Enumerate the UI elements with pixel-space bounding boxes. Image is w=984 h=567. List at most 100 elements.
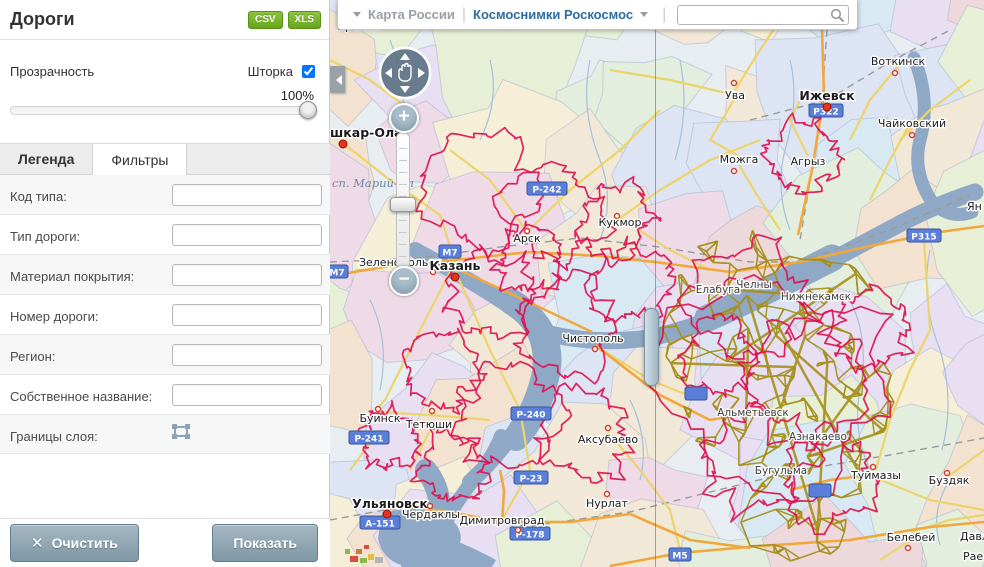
tab-legend[interactable]: Легенда (0, 144, 92, 174)
transparency-label: Прозрачность (10, 64, 94, 79)
city-label: Ян (967, 200, 982, 213)
filter-label: Собственное название: (10, 384, 165, 405)
town-dot (732, 81, 737, 86)
city-label: Буздяк (929, 474, 970, 487)
filters-list: Код типа:Тип дороги:Материал покрытия:Но… (0, 175, 330, 454)
filter-label: Границы слоя: (10, 424, 165, 445)
svg-text:Р-240: Р-240 (516, 411, 545, 421)
filter-row: Тип дороги: (0, 215, 330, 255)
filter-input-4[interactable] (172, 344, 322, 366)
map-search-input[interactable] (677, 5, 849, 25)
road-badge: М5 (669, 548, 691, 562)
transparency-section: Прозрачность Шторка 100% (0, 40, 330, 143)
svg-text:Р-242: Р-242 (532, 186, 561, 196)
export-csv-button[interactable]: CSV (248, 11, 283, 29)
city-dot (823, 103, 831, 111)
transparency-slider[interactable] (10, 106, 310, 115)
zoom-in-button[interactable]: + (389, 103, 419, 133)
city-label: Белебей (887, 531, 936, 544)
city-label: Арск (513, 232, 541, 245)
filter-row: Собственное название: (0, 375, 330, 415)
transparency-slider-handle[interactable] (299, 101, 317, 119)
filter-input-3[interactable] (172, 304, 322, 326)
road-badge (809, 484, 831, 497)
svg-text:Р315: Р315 (911, 233, 936, 243)
curtain-divider-handle[interactable] (644, 308, 659, 386)
map-toolbar: Карта России | Космоснимки Роскосмос | (337, 0, 858, 30)
city-label: Елабуга (696, 284, 740, 296)
city-label: Нижнекамск (781, 291, 851, 303)
export-xls-button[interactable]: XLS (288, 11, 321, 29)
town-dot (910, 133, 915, 138)
town-dot (593, 347, 598, 352)
city-label: Ижевск (799, 88, 855, 103)
toolbar-separator: | (462, 6, 466, 24)
curtain-label: Шторка (248, 64, 293, 79)
zoom-slider-track[interactable] (396, 132, 410, 270)
city-label: Челны (736, 279, 772, 291)
city-dot (451, 273, 459, 281)
filter-row: Регион: (0, 335, 330, 375)
zoom-out-button[interactable]: − (389, 266, 419, 296)
filter-input-0[interactable] (172, 184, 322, 206)
chevron-down-icon[interactable] (353, 12, 361, 21)
x-icon: ✕ (31, 536, 44, 551)
town-dot (376, 407, 381, 412)
map-viewport[interactable]: Р322Р315Р-242М7М7Р-240Р-241Р-23Р-178А-15… (330, 0, 984, 567)
city-label: Чердаклы (402, 508, 460, 521)
city-label: Димитровград (460, 514, 545, 527)
clear-button-label: Очистить (52, 535, 118, 551)
svg-text:А-151: А-151 (365, 520, 395, 530)
city-label: Бугульма (755, 465, 807, 477)
filter-row: Номер дороги: (0, 295, 330, 335)
town-dot (430, 409, 435, 414)
city-label: Давл (960, 530, 984, 543)
filter-label: Регион: (10, 344, 165, 365)
city-label: Чайковский (878, 117, 946, 130)
city-label: Агрыз (791, 155, 826, 168)
city-label: Буинск (359, 412, 400, 425)
road-badge: Р-23 (514, 471, 548, 485)
svg-text:М7: М7 (330, 269, 345, 279)
road-badge: М7 (439, 245, 461, 259)
filter-label: Тип дороги: (10, 224, 165, 245)
city-label: Кукмор (599, 216, 642, 229)
app-window: Дороги CSV XLS Прозрачность Шторка 100% … (0, 0, 984, 567)
transparency-percent: 100% (10, 88, 314, 103)
layer-tab-satellite[interactable]: Космоснимки Роскосмос (473, 7, 633, 22)
roads-layer-panel: Дороги CSV XLS Прозрачность Шторка 100% … (0, 0, 330, 567)
curtain-checkbox[interactable] (302, 65, 315, 78)
arrow-left-icon (331, 75, 342, 85)
layer-tab-map-of-russia[interactable]: Карта России (368, 7, 455, 22)
show-button[interactable]: Показать (212, 524, 318, 562)
city-label: Тетюши (405, 418, 452, 431)
polygon-select-icon[interactable] (172, 424, 190, 439)
city-dot (339, 140, 347, 148)
svg-text:Р-241: Р-241 (354, 435, 383, 445)
pan-control[interactable] (378, 46, 432, 100)
panel-header: Дороги CSV XLS (0, 0, 329, 40)
magnifier-icon[interactable] (830, 8, 845, 23)
filter-input-2[interactable] (172, 264, 322, 286)
svg-text:М5: М5 (672, 552, 687, 562)
city-label: Альметьевск (717, 407, 789, 419)
road-badge: А-151 (360, 516, 400, 530)
filter-row: Материал покрытия: (0, 255, 330, 295)
road-badge (685, 387, 707, 400)
town-dot (605, 492, 610, 497)
zoom-slider-handle[interactable] (390, 197, 416, 212)
tab-filters[interactable]: Фильтры (92, 144, 187, 175)
filter-input-1[interactable] (172, 224, 322, 246)
chevron-down-icon[interactable] (640, 12, 648, 21)
collapse-panel-button[interactable] (330, 66, 345, 93)
toolbar-separator: | (662, 6, 666, 24)
city-label: Можга (720, 153, 759, 166)
town-dot (893, 71, 898, 76)
filter-input-5[interactable] (172, 384, 322, 406)
city-label: Казань (430, 258, 481, 273)
city-label: Воткинск (871, 55, 926, 68)
svg-text:Р-23: Р-23 (520, 475, 543, 485)
town-dot (516, 528, 521, 533)
city-dot (383, 510, 391, 518)
clear-button[interactable]: ✕ Очистить (10, 524, 139, 562)
